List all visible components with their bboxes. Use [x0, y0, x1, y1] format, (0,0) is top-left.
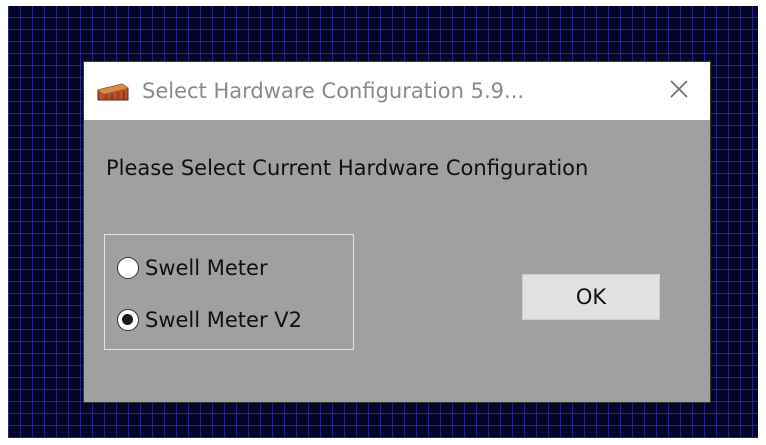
hardware-device-icon — [96, 82, 130, 102]
option-label: Swell Meter — [145, 256, 268, 280]
radio-button-swell-meter[interactable] — [117, 257, 139, 279]
close-button[interactable] — [662, 74, 696, 108]
option-swell-meter[interactable]: Swell Meter — [117, 255, 268, 281]
close-icon — [668, 78, 690, 104]
dialog-titlebar[interactable]: Select Hardware Configuration 5.9... — [84, 62, 710, 120]
configuration-option-group: Swell Meter Swell Meter V2 — [104, 234, 354, 350]
option-swell-meter-v2[interactable]: Swell Meter V2 — [117, 307, 302, 333]
option-label: Swell Meter V2 — [145, 308, 302, 332]
radio-button-swell-meter-v2[interactable] — [117, 309, 139, 331]
prompt-text: Please Select Current Hardware Configura… — [106, 156, 589, 180]
dialog-title: Select Hardware Configuration 5.9... — [142, 79, 525, 103]
hardware-config-dialog: Select Hardware Configuration 5.9... Ple… — [84, 62, 710, 402]
ok-button[interactable]: OK — [522, 274, 660, 320]
